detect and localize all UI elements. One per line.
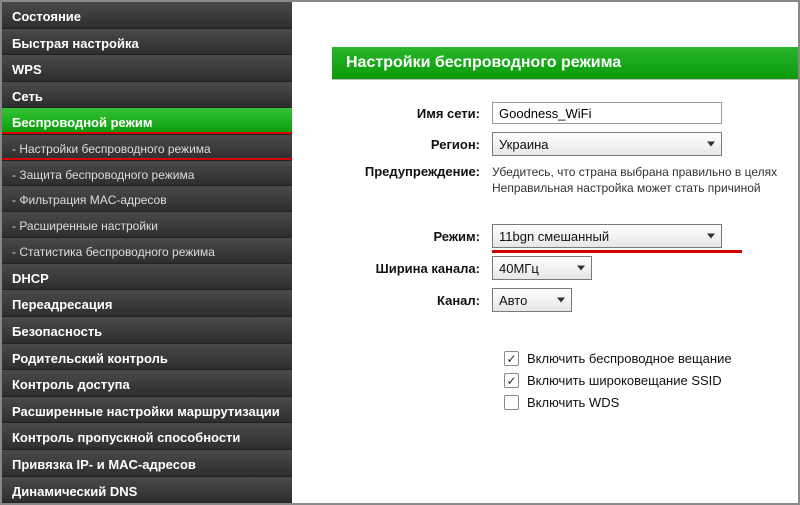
sidebar-sub-mac-filter[interactable]: - Фильтрация MAC-адресов	[2, 186, 292, 212]
region-select[interactable]: Украина	[492, 132, 722, 156]
sidebar-item-label: - Статистика беспроводного режима	[12, 245, 215, 259]
sidebar-item-label: Родительский контроль	[12, 351, 168, 366]
checkbox-enable-ssid-broadcast[interactable]	[504, 373, 519, 388]
spacer	[332, 204, 798, 224]
main-panel: Настройки беспроводного режима Имя сети:…	[292, 2, 798, 503]
sidebar-item-routing[interactable]: Расширенные настройки маршрутизации	[2, 397, 292, 424]
sidebar-item-status[interactable]: Состояние	[2, 2, 292, 29]
sidebar-item-network[interactable]: Сеть	[2, 82, 292, 109]
checkbox-enable-wds[interactable]	[504, 395, 519, 410]
label-ssid: Имя сети:	[332, 106, 492, 121]
sidebar-item-quicksetup[interactable]: Быстрая настройка	[2, 29, 292, 56]
row-ssid: Имя сети:	[332, 102, 798, 124]
sidebar-item-label: Беспроводной режим	[12, 115, 152, 130]
panel-title: Настройки беспроводного режима	[332, 47, 798, 79]
sidebar-item-security[interactable]: Безопасность	[2, 317, 292, 344]
row-enable-ssid-broadcast: Включить широковещание SSID	[504, 373, 798, 388]
row-region: Регион: Украина	[332, 132, 798, 156]
label-mode: Режим:	[332, 229, 492, 244]
spacer	[332, 320, 798, 344]
row-enable-wireless: Включить беспроводное вещание	[504, 351, 798, 366]
chevron-down-icon	[707, 234, 715, 239]
sidebar-item-label: DHCP	[12, 271, 49, 286]
sidebar-sub-statistics[interactable]: - Статистика беспроводного режима	[2, 238, 292, 264]
sidebar-item-label: Привязка IP- и MAC-адресов	[12, 457, 196, 472]
sidebar-item-label: - Настройки беспроводного режима	[12, 142, 211, 156]
sidebar-item-label: - Защита беспроводного режима	[12, 168, 194, 182]
sidebar-item-label: Динамический DNS	[12, 484, 137, 499]
chevron-down-icon	[577, 266, 585, 271]
chevron-down-icon	[557, 298, 565, 303]
checkbox-enable-wireless[interactable]	[504, 351, 519, 366]
sidebar-item-label: - Фильтрация MAC-адресов	[12, 193, 167, 207]
sidebar-item-forwarding[interactable]: Переадресация	[2, 290, 292, 317]
sidebar-item-access[interactable]: Контроль доступа	[2, 370, 292, 397]
mode-select[interactable]: 11bgn смешанный	[492, 224, 722, 248]
sidebar-sub-wireless-settings[interactable]: - Настройки беспроводного режима	[2, 135, 292, 161]
region-value: Украина	[499, 137, 549, 152]
sidebar-item-label: Контроль пропускной способности	[12, 430, 240, 445]
channel-value: Авто	[499, 293, 527, 308]
channel-width-select[interactable]: 40МГц	[492, 256, 592, 280]
sidebar-sub-advanced[interactable]: - Расширенные настройки	[2, 212, 292, 238]
mode-value: 11bgn смешанный	[499, 229, 609, 244]
sidebar-item-label: Контроль доступа	[12, 377, 130, 392]
wireless-form: Имя сети: Регион: Украина Предупреждение…	[332, 102, 798, 410]
sidebar-item-label: Переадресация	[12, 297, 112, 312]
sidebar-sub-wireless-security[interactable]: - Защита беспроводного режима	[2, 161, 292, 187]
ssid-input[interactable]	[492, 102, 722, 124]
divider	[332, 79, 798, 80]
sidebar-item-label: Быстрая настройка	[12, 36, 139, 51]
sidebar-item-wireless[interactable]: Беспроводной режим	[2, 108, 292, 135]
sidebar-item-label: Состояние	[12, 9, 81, 24]
sidebar: Состояние Быстрая настройка WPS Сеть Бес…	[2, 2, 292, 503]
sidebar-item-label: Сеть	[12, 89, 43, 104]
label-warning: Предупреждение:	[332, 164, 492, 179]
row-mode: Режим: 11bgn смешанный	[332, 224, 798, 248]
sidebar-item-bandwidth[interactable]: Контроль пропускной способности	[2, 423, 292, 450]
chevron-down-icon	[707, 142, 715, 147]
label-enable-wireless: Включить беспроводное вещание	[527, 351, 732, 366]
sidebar-item-label: WPS	[12, 62, 42, 77]
label-enable-wds: Включить WDS	[527, 395, 619, 410]
row-warning: Предупреждение: Убедитесь, что страна вы…	[332, 164, 798, 196]
highlight-underline	[492, 250, 742, 253]
sidebar-item-label: Расширенные настройки маршрутизации	[12, 404, 280, 419]
panel-title-wrap: Настройки беспроводного режима	[332, 47, 798, 79]
sidebar-item-ipmac[interactable]: Привязка IP- и MAC-адресов	[2, 450, 292, 477]
warning-line2: Неправильная настройка может стать причи…	[492, 181, 761, 195]
warning-text: Убедитесь, что страна выбрана правильно …	[492, 164, 777, 196]
row-channel: Канал: Авто	[332, 288, 798, 312]
sidebar-item-wps[interactable]: WPS	[2, 55, 292, 82]
app-window: Состояние Быстрая настройка WPS Сеть Бес…	[0, 0, 800, 505]
sidebar-item-dhcp[interactable]: DHCP	[2, 264, 292, 291]
label-enable-ssid-broadcast: Включить широковещание SSID	[527, 373, 722, 388]
channel-select[interactable]: Авто	[492, 288, 572, 312]
sidebar-item-parental[interactable]: Родительский контроль	[2, 344, 292, 371]
label-channel: Канал:	[332, 293, 492, 308]
sidebar-item-ddns[interactable]: Динамический DNS	[2, 477, 292, 504]
sidebar-item-label: Безопасность	[12, 324, 102, 339]
label-region: Регион:	[332, 137, 492, 152]
row-channel-width: Ширина канала: 40МГц	[332, 256, 798, 280]
channel-width-value: 40МГц	[499, 261, 539, 276]
warning-line1: Убедитесь, что страна выбрана правильно …	[492, 165, 777, 179]
sidebar-item-label: - Расширенные настройки	[12, 219, 158, 233]
row-enable-wds: Включить WDS	[504, 395, 798, 410]
label-channel-width: Ширина канала:	[332, 261, 492, 276]
